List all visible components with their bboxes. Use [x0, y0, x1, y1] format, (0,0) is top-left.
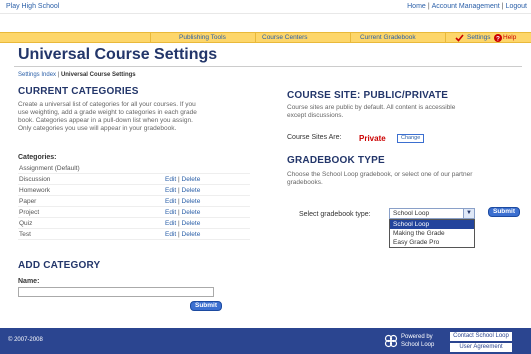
- course-site-description: Course sites are public by default. All …: [287, 104, 517, 120]
- user-agreement-button[interactable]: User Agreement: [450, 343, 512, 352]
- gradebook-select-label: Select gradebook type:: [299, 211, 371, 218]
- current-categories-description: Create a universal list of categories fo…: [18, 101, 258, 133]
- breadcrumb: Settings Index | Universal Course Settin…: [18, 72, 136, 78]
- selected-value: School Loop: [393, 210, 430, 217]
- table-row: Project Edit | Delete: [18, 207, 250, 218]
- change-button[interactable]: Change: [397, 134, 425, 143]
- breadcrumb-settings-index[interactable]: Settings Index: [18, 72, 56, 78]
- delete-link[interactable]: Delete: [182, 198, 201, 205]
- category-name: Discussion: [19, 176, 51, 183]
- checkmark-icon: [455, 34, 464, 42]
- edit-link[interactable]: Edit: [165, 198, 176, 205]
- separator: |: [427, 3, 430, 10]
- copyright: © 2007-2008: [8, 337, 43, 343]
- category-name: Homework: [19, 187, 51, 194]
- table-row: Test Edit | Delete: [18, 229, 250, 240]
- gradebook-submit-button[interactable]: Submit: [488, 207, 521, 217]
- category-actions: Edit | Delete: [165, 231, 200, 238]
- course-site-heading: COURSE SITE: PUBLIC/PRIVATE: [287, 90, 449, 101]
- nav-settings[interactable]: Settings: [467, 34, 491, 41]
- category-name: Assignment (Default): [19, 165, 80, 172]
- nav-publishing-tools[interactable]: Publishing Tools: [179, 34, 226, 41]
- category-actions: Edit | Delete: [165, 176, 200, 183]
- separator: |: [501, 3, 504, 10]
- school-loop-logo-icon: [384, 334, 398, 348]
- school-name-link[interactable]: Play High School: [6, 3, 59, 10]
- powered-by-line: Powered by: [401, 334, 433, 340]
- course-sites-status: Private: [359, 134, 386, 143]
- chevron-down-icon[interactable]: ▼: [463, 209, 474, 218]
- delete-link[interactable]: Delete: [182, 176, 201, 183]
- gradebook-option[interactable]: Easy Grade Pro: [390, 238, 474, 247]
- category-actions: Edit | Delete: [165, 198, 200, 205]
- description-line: Only categories you use will appear in y…: [18, 125, 177, 132]
- delete-link[interactable]: Delete: [182, 220, 201, 227]
- powered-by: Powered by School Loop: [401, 333, 434, 349]
- svg-text:?: ?: [496, 35, 500, 42]
- delete-link[interactable]: Delete: [182, 209, 201, 216]
- gradebook-options-list: School Loop Making the Grade Easy Grade …: [389, 219, 475, 248]
- top-links: Home | Account Management | Logout: [407, 3, 527, 10]
- nav-course-centers[interactable]: Course Centers: [262, 34, 308, 41]
- nav-divider: [150, 33, 151, 43]
- nav-divider: [350, 33, 351, 43]
- category-name: Project: [19, 209, 40, 216]
- powered-by-line: School Loop: [401, 342, 435, 348]
- delete-link[interactable]: Delete: [182, 231, 201, 238]
- add-category-heading: ADD CATEGORY: [18, 260, 101, 271]
- logout-link[interactable]: Logout: [506, 3, 527, 10]
- nav-current-gradebook[interactable]: Current Gradebook: [360, 34, 416, 41]
- current-categories-heading: CURRENT CATEGORIES: [18, 86, 139, 97]
- table-row: Assignment (Default): [18, 163, 250, 174]
- description-line: book. Categories appear in a pull-down l…: [18, 117, 193, 124]
- description-line: Choose the School Loop gradebook, or sel…: [287, 171, 473, 178]
- gradebook-option[interactable]: School Loop: [390, 220, 474, 229]
- help-icon[interactable]: ?: [494, 34, 502, 42]
- add-category-submit-button[interactable]: Submit: [190, 301, 223, 311]
- category-name-input[interactable]: [18, 287, 214, 297]
- nav-divider: [445, 33, 446, 43]
- nav-help[interactable]: Help: [503, 34, 516, 41]
- name-label: Name:: [18, 278, 40, 285]
- category-actions: Edit | Delete: [165, 187, 200, 194]
- table-row: Paper Edit | Delete: [18, 196, 250, 207]
- gradebook-option[interactable]: Making the Grade: [390, 229, 474, 238]
- course-sites-label: Course Sites Are:: [287, 134, 342, 141]
- table-row: Quiz Edit | Delete: [18, 218, 250, 229]
- footer: © 2007-2008 Powered by School Loop Conta…: [0, 328, 531, 354]
- home-link[interactable]: Home: [407, 3, 426, 10]
- edit-link[interactable]: Edit: [165, 209, 176, 216]
- gradebook-type-select[interactable]: School Loop ▼: [389, 208, 475, 219]
- top-bar: Play High School Home | Account Management…: [0, 0, 531, 14]
- delete-link[interactable]: Delete: [182, 187, 201, 194]
- breadcrumb-current: Universal Course Settings: [60, 72, 136, 78]
- table-row: Homework Edit | Delete: [18, 185, 250, 196]
- main-nav: Publishing Tools Course Centers Current …: [0, 32, 531, 43]
- categories-table: Assignment (Default) Discussion Edit | D…: [18, 163, 250, 240]
- account-management-link[interactable]: Account Management: [432, 3, 500, 10]
- gradebook-type-heading: GRADEBOOK TYPE: [287, 155, 385, 166]
- description-line: use weighting, add a grade weight to cat…: [18, 109, 197, 116]
- page-title: Universal Course Settings: [18, 46, 218, 63]
- category-name: Quiz: [19, 220, 33, 227]
- categories-label: Categories:: [18, 154, 57, 161]
- description-line: except discussions.: [287, 112, 344, 119]
- category-name: Test: [19, 231, 31, 238]
- contact-school-loop-button[interactable]: Contact School Loop: [450, 332, 512, 341]
- edit-link[interactable]: Edit: [165, 231, 176, 238]
- nav-divider: [255, 33, 256, 43]
- edit-link[interactable]: Edit: [165, 176, 176, 183]
- gradebook-type-description: Choose the School Loop gradebook, or sel…: [287, 171, 521, 187]
- category-actions: Edit | Delete: [165, 220, 200, 227]
- category-actions: Edit | Delete: [165, 209, 200, 216]
- edit-link[interactable]: Edit: [165, 187, 176, 194]
- category-name: Paper: [19, 198, 37, 205]
- table-row: Discussion Edit | Delete: [18, 174, 250, 185]
- title-divider: [14, 66, 522, 67]
- description-line: Create a universal list of categories fo…: [18, 101, 196, 108]
- edit-link[interactable]: Edit: [165, 220, 176, 227]
- description-line: gradebooks.: [287, 179, 323, 186]
- description-line: Course sites are public by default. All …: [287, 104, 456, 111]
